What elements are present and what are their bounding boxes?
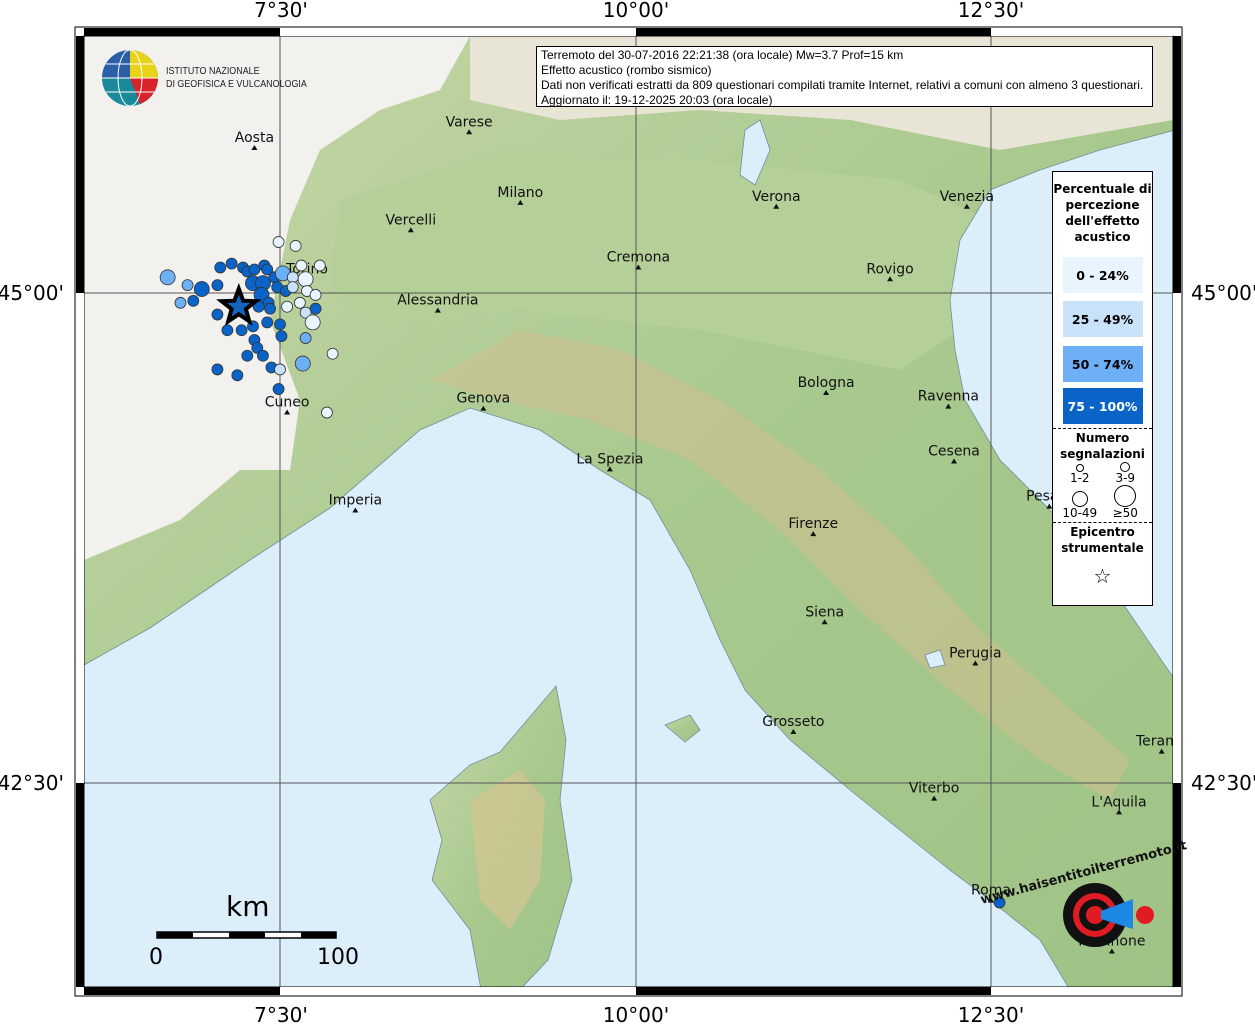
municipality-point[interactable] (181, 279, 194, 292)
scale-max: 100 (317, 945, 359, 970)
municipality-point[interactable] (294, 296, 306, 309)
updated-timestamp: Aggiornato il: 19-12-2025 20:03 (ora loc… (541, 93, 773, 107)
legend: Percentuale di percezione dell'effetto a… (1052, 171, 1153, 606)
city-label: Imperia (329, 493, 383, 509)
legend-class-25-49: 25 - 49% (1062, 301, 1143, 337)
municipality-point[interactable] (274, 318, 286, 331)
municipality-point[interactable] (272, 383, 285, 395)
size-label: 10-49 (1062, 506, 1098, 520)
municipality-point[interactable] (211, 308, 224, 321)
lat-label-left: 42°30' (0, 771, 64, 795)
lon-label-bottom: 7°30' (254, 1003, 308, 1024)
city-label: Cremona (607, 250, 671, 266)
size-circle-icon (1114, 485, 1137, 507)
city-label: Cesena (928, 444, 980, 460)
municipality-point[interactable] (309, 302, 322, 315)
ingv-line2: DI GEOFISICA E VULCANOLOGIA (166, 78, 307, 90)
legend-class-0-24: 0 - 24% (1062, 257, 1143, 293)
ingv-logo: ISTITUTO NAZIONALE DI GEOFISICA E VULCAN… (100, 48, 332, 108)
city-label: Milano (497, 185, 543, 201)
municipality-point[interactable] (294, 355, 311, 372)
city-label: Rovigo (866, 261, 913, 277)
municipality-point[interactable] (286, 281, 299, 294)
city-label: Ravenna (918, 389, 979, 405)
city-label: Viterbo (909, 781, 959, 797)
municipality-point[interactable] (225, 257, 238, 270)
lon-label-top: 10°00' (603, 0, 669, 22)
municipality-point[interactable] (297, 271, 314, 288)
effect-type: Effetto acustico (rombo sismico) (541, 63, 712, 77)
municipality-point[interactable] (264, 302, 276, 315)
scale-unit: km (226, 890, 270, 923)
city-label: L'Aquila (1091, 794, 1146, 810)
globe-icon (102, 49, 158, 107)
municipality-point[interactable] (289, 240, 302, 252)
legend-class-75-100: 75 - 100% (1062, 388, 1143, 424)
municipality-point[interactable] (193, 281, 210, 297)
city-label: Cuneo (265, 395, 310, 411)
municipality-point[interactable] (299, 332, 312, 344)
municipality-point[interactable] (241, 349, 254, 362)
lon-label-top: 7°30' (254, 0, 308, 22)
municipality-point[interactable] (304, 314, 321, 331)
scale-bar (156, 931, 337, 939)
city-label: La Spezia (576, 451, 643, 467)
event-title: Terremoto del 30-07-2016 22:21:38 (ora l… (541, 48, 904, 62)
size-circle-icon (1071, 491, 1088, 507)
city-label: Aosta (235, 130, 274, 146)
municipality-point[interactable] (235, 324, 248, 337)
epicenter-title: Epicentro strumentale (1061, 525, 1144, 555)
municipality-point[interactable] (261, 316, 274, 329)
city-label: Alessandria (397, 293, 478, 309)
legend-title: Percentuale di percezione dell'effetto a… (1053, 182, 1152, 244)
municipality-point[interactable] (211, 363, 224, 376)
city-label: Grosseto (762, 714, 824, 730)
municipality-point[interactable] (281, 300, 294, 313)
size-label: 3-9 (1115, 471, 1136, 485)
municipality-point[interactable] (159, 269, 176, 286)
municipality-point[interactable] (274, 363, 286, 376)
municipality-point[interactable] (257, 349, 269, 362)
municipality-point[interactable] (174, 296, 187, 309)
municipality-point[interactable] (321, 406, 333, 419)
ingv-line1: ISTITUTO NAZIONALE (166, 65, 260, 77)
lon-label-bottom: 12°30' (958, 1003, 1024, 1024)
legend-class-50-74: 50 - 74% (1062, 346, 1143, 382)
municipality-point[interactable] (272, 236, 285, 248)
size-label: 1-2 (1069, 471, 1090, 485)
municipality-point[interactable] (187, 294, 200, 307)
municipality-point[interactable] (231, 369, 244, 382)
municipality-point[interactable] (275, 330, 288, 343)
city-label: Perugia (949, 645, 1002, 661)
municipality-point[interactable] (326, 347, 339, 360)
city-label: Verona (752, 189, 801, 205)
city-label: Vercelli (386, 212, 437, 228)
municipality-point[interactable] (295, 259, 308, 272)
municipality-point[interactable] (214, 261, 227, 274)
event-info-box: Terremoto del 30-07-2016 22:21:38 (ora l… (536, 46, 1153, 107)
city-label: Siena (805, 604, 844, 620)
star-icon: ☆ (1093, 564, 1112, 588)
municipality-point[interactable] (286, 271, 299, 284)
city-label: Bologna (798, 375, 855, 391)
city-label: Genova (456, 391, 510, 407)
data-note: Dati non verificati estratti da 809 ques… (541, 78, 1144, 92)
municipality-point[interactable] (211, 279, 224, 292)
lat-label-right: 42°30' (1191, 771, 1255, 795)
municipality-point[interactable] (248, 263, 261, 276)
lat-label-left: 45°00' (0, 281, 64, 305)
count-title: Numero segnalazioni (1060, 431, 1145, 461)
municipality-point[interactable] (221, 324, 234, 337)
city-label: Firenze (788, 516, 838, 532)
city-label: Varese (446, 114, 493, 130)
lon-label-bottom: 10°00' (603, 1003, 669, 1024)
scale-min: 0 (149, 945, 163, 970)
municipality-point[interactable] (309, 289, 322, 301)
city-label: Venezia (940, 189, 994, 205)
municipality-point[interactable] (313, 259, 326, 272)
lat-label-right: 45°00' (1191, 281, 1255, 305)
lon-label-top: 12°30' (958, 0, 1024, 22)
size-label: ≥50 (1112, 506, 1138, 520)
